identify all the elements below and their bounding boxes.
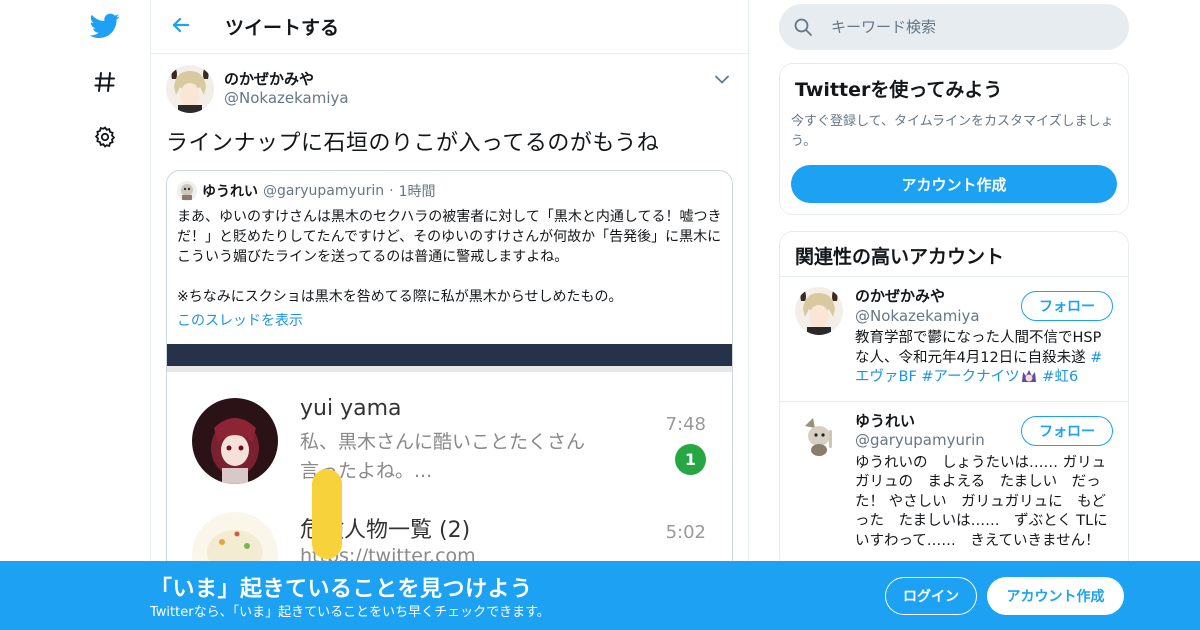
login-button[interactable]: ログイン <box>885 577 977 615</box>
bio-text: 教育学部で鬱になった人間不信でHSPな人、令和元年4月12日に自殺未遂 <box>855 330 1102 366</box>
character-emoji-icon <box>1020 368 1038 391</box>
page-title: ツイートする <box>225 17 340 39</box>
chat-avatar <box>192 397 278 484</box>
create-account-button[interactable]: アカウント作成 <box>791 165 1117 203</box>
quoted-separator: · <box>389 182 394 199</box>
hashtag-icon[interactable] <box>88 65 122 99</box>
main-column: ツイートする のかぜかみや @Nokazekamiya ラインナップに石垣のりこ… <box>150 0 749 630</box>
author-handle[interactable]: @Nokazekamiya <box>224 89 349 108</box>
back-button[interactable] <box>151 0 211 54</box>
search-icon <box>779 4 827 50</box>
tweet-menu-button[interactable] <box>710 66 734 90</box>
signup-card-title: Twitterを使ってみよう <box>795 79 1003 101</box>
signup-prompt-bar: 「いま」起きていることを見つけよう Twitterなら、「いま」起きていることを… <box>0 561 1200 630</box>
quoted-tweet-text: まあ、ゆいのすけさんは黒木のセクハラの被害者に対して「黒木と内通してる！嘘つきだ… <box>167 201 732 308</box>
chat-name: yui yama <box>300 395 402 421</box>
quoted-author-handle: @garyupamyurin <box>263 182 385 199</box>
account-bio: 教育学部で鬱になった人間不信でHSPな人、令和元年4月12日に自殺未遂 #エヴァ… <box>855 329 1113 391</box>
chevron-down-icon <box>715 69 729 88</box>
left-nav <box>0 0 150 630</box>
highlight-marker <box>312 468 342 559</box>
tweet-text: ラインナップに石垣のりこが入ってるのがもうね <box>166 131 660 156</box>
signup-card-description: 今すぐ登録して、タイムラインをカスタマイズしましょう。 <box>791 114 1114 149</box>
show-thread-link[interactable]: このスレッドを表示 <box>167 310 732 330</box>
gear-icon[interactable] <box>88 120 122 154</box>
twitter-bird-icon[interactable] <box>88 9 122 43</box>
author-name[interactable]: のかぜかみや <box>224 70 349 89</box>
account-bio: ゆうれいの しょうたいは…… ガリュガリュの まよえる たましい だった！ やさ… <box>855 454 1108 549</box>
page-header: ツイートする <box>151 0 748 54</box>
quoted-tweet[interactable]: ゆうれい @garyupamyurin · 1時間 まあ、ゆいのすけさんは黒木の… <box>166 169 733 590</box>
quoted-text-paragraph: まあ、ゆいのすけさんは黒木のセクハラの被害者に対して「黒木と内通してる！嘘つきだ… <box>177 208 722 266</box>
back-arrow-icon <box>171 15 191 39</box>
tweet: のかぜかみや @Nokazekamiya ラインナップに石垣のりこが入ってるのが… <box>151 54 748 590</box>
hashtag-link[interactable]: #アークナイツ <box>921 369 1019 385</box>
search-input[interactable] <box>831 18 1111 36</box>
hashtag-link[interactable]: #虹6 <box>1042 369 1078 385</box>
unread-badge: 1 <box>675 443 706 475</box>
quoted-avatar <box>177 180 197 201</box>
quoted-timestamp: 1時間 <box>398 183 436 200</box>
follow-button[interactable]: フォロー <box>1021 415 1113 446</box>
follow-button[interactable]: フォロー <box>1021 291 1113 321</box>
avatar[interactable] <box>166 65 214 113</box>
tweet-author[interactable]: のかぜかみや @Nokazekamiya <box>166 64 733 114</box>
avatar[interactable] <box>795 411 843 460</box>
quoted-text-paragraph: ※ちなみにスクショは黒木を咎めてる際に私が黒木からせしめたもの。 <box>177 289 623 306</box>
quoted-image[interactable]: yui yama 私、黒木さんに酷いことたくさん言ったよね。... 7:48 1 <box>167 343 732 589</box>
prompt-subtitle: Twitterなら、「いま」起きていることをいち早くチェックできます。 <box>150 605 550 620</box>
chat-message-preview: 私、黒木さんに酷いことたくさん言ったよね。... <box>300 430 586 483</box>
signup-card: Twitterを使ってみよう 今すぐ登録して、タイムラインをカスタマイズしましょ… <box>779 63 1129 215</box>
related-accounts-title: 関連性の高いアカウント <box>780 232 1128 277</box>
related-account[interactable]: ゆうれい @garyupamyurin フォロー ゆうれいの しょうたいは…… … <box>780 402 1128 563</box>
quoted-tweet-header: ゆうれい @garyupamyurin · 1時間 <box>167 171 732 201</box>
chat-time: 5:02 <box>665 521 706 543</box>
quoted-author-name: ゆうれい <box>202 183 258 200</box>
avatar[interactable] <box>795 287 843 335</box>
search-box[interactable] <box>779 4 1129 50</box>
related-account[interactable]: のかぜかみや @Nokazekamiya フォロー 教育学部で鬱になった人間不信… <box>780 277 1128 402</box>
divider <box>167 365 732 372</box>
screenshot-header-bar <box>167 343 732 366</box>
prompt-title: 「いま」起きていることを見つけよう <box>150 577 533 602</box>
chat-time: 7:48 <box>665 413 706 435</box>
signup-button[interactable]: アカウント作成 <box>987 577 1124 615</box>
